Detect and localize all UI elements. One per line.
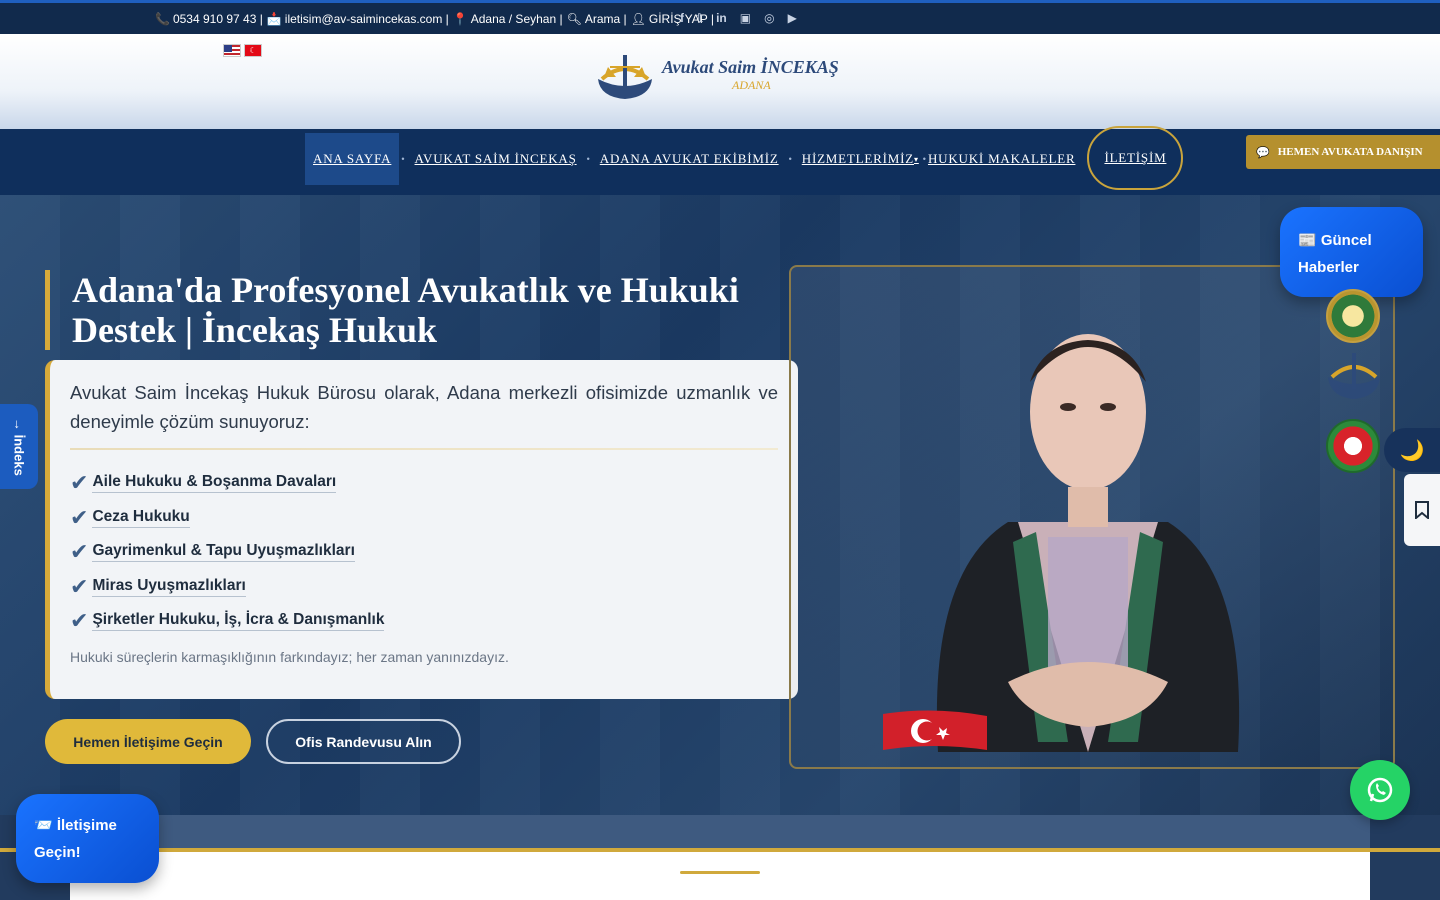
- moon-icon: 🌙: [1399, 439, 1425, 462]
- list-item[interactable]: ✔ Gayrimenkul & Tapu Uyuşmazlıkları: [70, 535, 778, 570]
- language-switcher: ☾: [223, 44, 262, 57]
- search-link[interactable]: 🔍︎ Arama |: [567, 12, 627, 26]
- phone-icon: 📞: [155, 12, 170, 26]
- nav-contact[interactable]: İLETİŞİM: [1087, 126, 1184, 190]
- accent-line: [680, 871, 760, 874]
- turkish-flag-icon: [883, 710, 987, 750]
- whatsapp-button[interactable]: [1350, 760, 1410, 820]
- scales-badge-icon[interactable]: [1322, 347, 1386, 407]
- hero-card: Avukat Saim İncekaş Hukuk Bürosu olarak,…: [45, 360, 798, 699]
- dark-mode-toggle[interactable]: 🌙: [1384, 428, 1440, 472]
- social-links: f 𝕥 in ▣ ◎ ▶: [680, 11, 797, 25]
- list-item[interactable]: ✔ Şirketler Hukuku, İş, İcra & Danışmanlı…: [70, 604, 778, 639]
- check-icon: ✔: [70, 504, 89, 530]
- bookmark-icon: [1415, 501, 1429, 519]
- lawyer-photo-frame: [789, 265, 1395, 769]
- appointment-button[interactable]: Ofis Randevusu Alın: [266, 719, 461, 764]
- logo-name: Avukat Saim İNCEKAŞ: [662, 57, 839, 77]
- check-icon: ✔: [70, 470, 89, 496]
- consult-lawyer-button[interactable]: 💬 HEMEN AVUKATA DANIŞIN: [1246, 135, 1440, 169]
- site-header: ☾ Avukat Saim İNCEKAŞ ADANA: [0, 34, 1440, 129]
- hero-title: Adana'da Profesyonel Avukatlık ve Hukuki…: [45, 270, 775, 350]
- whatsapp-icon: [1367, 777, 1393, 803]
- pin-icon: 📍: [452, 12, 468, 26]
- content-section: [70, 852, 1370, 900]
- play-icon[interactable]: ▶: [788, 11, 797, 25]
- bar-association-badge[interactable]: [1326, 289, 1380, 343]
- chat-icon: 💬: [1256, 146, 1270, 159]
- user-icon: 👤︎: [630, 12, 646, 26]
- list-item[interactable]: ✔ Miras Uyuşmazlıkları: [70, 570, 778, 605]
- lawyer-portrait: [936, 334, 1240, 752]
- adana-bar-badge[interactable]: [1326, 419, 1380, 473]
- nav-home[interactable]: ANA SAYFA: [305, 133, 400, 185]
- nav-separator: •: [401, 154, 405, 164]
- divider: [70, 448, 778, 450]
- logo-city: ADANA: [732, 78, 771, 92]
- hero-section: Adana'da Profesyonel Avukatlık ve Hukuki…: [0, 195, 1440, 815]
- search-icon: 🔍︎: [566, 12, 582, 26]
- nav-about[interactable]: AVUKAT SAİM İNCEKAŞ: [407, 133, 585, 185]
- check-icon: ✔: [70, 573, 89, 599]
- instagram-icon[interactable]: ◎: [764, 11, 774, 25]
- scales-logo-icon: [598, 55, 652, 99]
- strip-bar: [70, 815, 1370, 849]
- flag-en-icon[interactable]: [223, 44, 241, 57]
- facebook-icon[interactable]: f: [680, 11, 684, 25]
- twitter-icon[interactable]: 𝕥: [697, 11, 703, 25]
- nav-separator: •: [922, 154, 926, 164]
- news-button[interactable]: 📰 Güncel Haberler: [1280, 207, 1423, 297]
- nav-separator: •: [788, 154, 792, 164]
- index-tab[interactable]: → İndeks: [0, 404, 38, 489]
- bookmark-button[interactable]: [1404, 474, 1440, 546]
- youtube-icon[interactable]: ▣: [740, 11, 751, 25]
- nav-separator: •: [586, 154, 590, 164]
- check-icon: ✔: [70, 608, 89, 634]
- linkedin-icon[interactable]: in: [716, 11, 727, 25]
- location-link[interactable]: 📍 Adana / Seyhan |: [453, 12, 563, 26]
- top-bar: 📞 0534 910 97 43 | 📩 iletisim@av-saimincek…: [0, 0, 1440, 34]
- mail-icon: 📩: [266, 12, 282, 26]
- main-nav: ANA SAYFA • AVUKAT SAİM İNCEKAŞ • ADANA …: [0, 126, 1440, 195]
- hero-intro: Avukat Saim İncekaş Hukuk Bürosu olarak,…: [70, 382, 778, 432]
- check-icon: ✔: [70, 539, 89, 565]
- site-logo[interactable]: Avukat Saim İNCEKAŞ ADANA: [594, 48, 854, 102]
- contact-float-button[interactable]: 📨 İletişime Geçin!: [16, 794, 159, 883]
- contact-now-button[interactable]: Hemen İletişime Geçin: [45, 719, 251, 764]
- contact-info: 📞 0534 910 97 43 | 📩 iletisim@av-saimincek…: [155, 12, 714, 26]
- dropdown-arrow-icon: ▾: [913, 154, 919, 164]
- flag-tr-icon[interactable]: ☾: [244, 44, 262, 57]
- bottom-strip: [0, 815, 1440, 900]
- email-link[interactable]: 📩 iletisim@av-saimincekas.com |: [267, 12, 449, 26]
- nav-articles[interactable]: HUKUKİ MAKALELER: [928, 133, 1083, 185]
- nav-team[interactable]: ADANA AVUKAT EKİBİMİZ: [592, 133, 787, 185]
- nav-services[interactable]: HİZMETLERİMİZ ▾: [794, 133, 921, 185]
- service-list: ✔ Aile Hukuku & Boşanma Davaları ✔ Ceza Hu…: [70, 466, 778, 639]
- list-item[interactable]: ✔ Aile Hukuku & Boşanma Davaları: [70, 466, 778, 501]
- list-item[interactable]: ✔ Ceza Hukuku: [70, 501, 778, 536]
- phone-link[interactable]: 📞 0534 910 97 43 |: [155, 12, 263, 26]
- hero-note: Hukuki süreçlerin karmaşıklığının farkın…: [70, 649, 509, 665]
